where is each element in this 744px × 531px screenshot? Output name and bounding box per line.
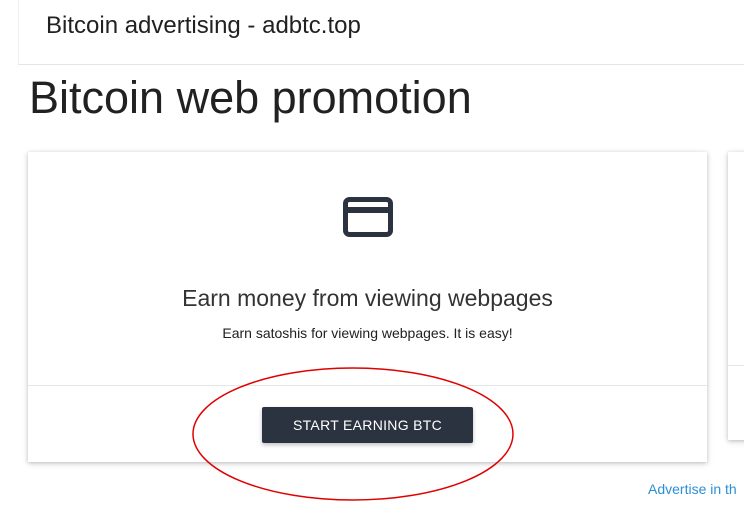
header-divider — [18, 64, 744, 65]
left-border — [18, 0, 19, 64]
card-divider — [28, 385, 707, 386]
start-earning-button[interactable]: START EARNING BTC — [262, 407, 473, 443]
advertise-link[interactable]: Advertise in th — [648, 481, 737, 497]
credit-card-icon — [343, 197, 393, 237]
card-description: Earn satoshis for viewing webpages. It i… — [222, 325, 513, 341]
page: Bitcoin advertising - adbtc.top Bitcoin … — [0, 0, 744, 531]
page-title: Bitcoin web promotion — [29, 72, 472, 123]
earn-card: Earn money from viewing webpages Earn sa… — [28, 152, 707, 462]
card-divider — [728, 365, 744, 366]
site-title: Bitcoin advertising - adbtc.top — [46, 12, 361, 39]
card-heading: Earn money from viewing webpages — [182, 285, 553, 311]
second-card-partial — [728, 152, 744, 440]
